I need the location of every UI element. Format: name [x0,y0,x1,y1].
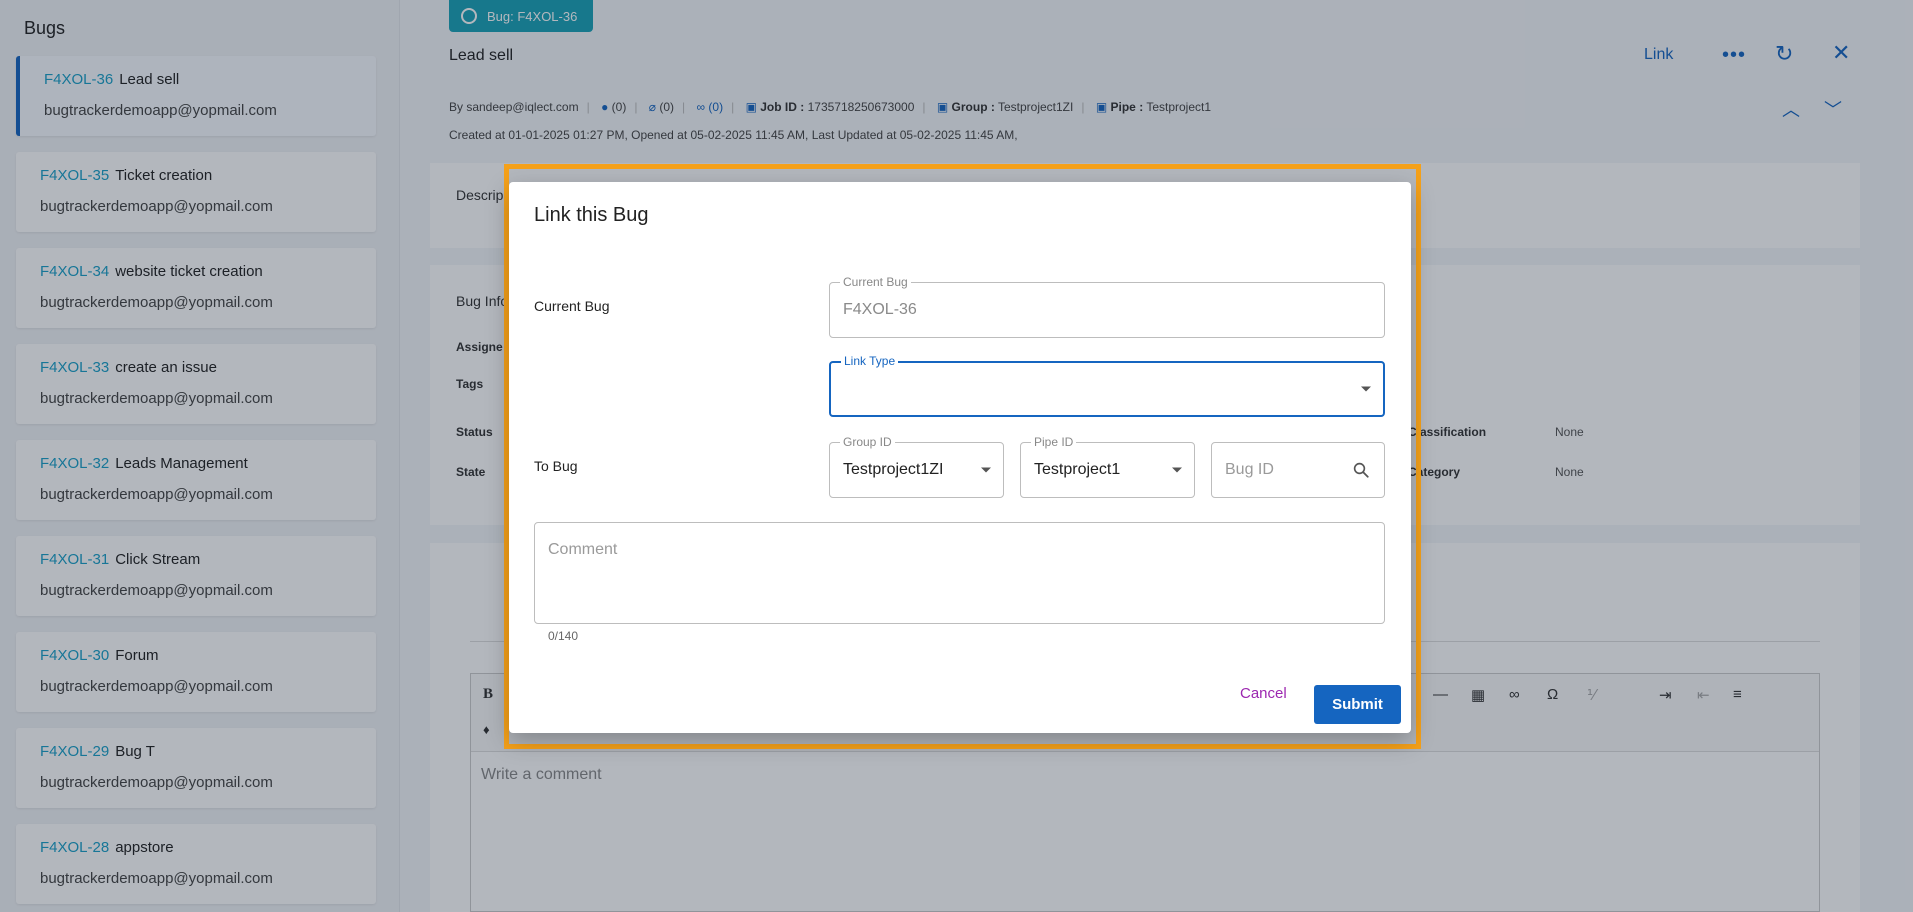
comment-textarea[interactable]: Comment [534,522,1385,624]
link-type-legend: Link Type [841,354,899,368]
link-type-select[interactable]: Link Type [829,354,1385,417]
comment-counter: 0/140 [548,629,579,643]
bug-id-input[interactable]: Bug ID [1211,442,1385,498]
dialog-title: Link this Bug [534,204,649,226]
cancel-button[interactable]: Cancel [1240,685,1287,702]
current-bug-legend: Current Bug [840,275,911,289]
current-bug-label: Current Bug [534,298,610,314]
search-icon[interactable] [1352,461,1370,479]
chevron-down-icon [1361,386,1371,392]
chevron-down-icon [981,467,991,473]
current-bug-field: Current Bug F4XOL-36 [829,275,1385,338]
pipe-id-value: Testproject1 [1034,461,1121,478]
group-id-legend: Group ID [840,435,895,449]
link-bug-dialog: Link this Bug Current Bug Current Bug F4… [509,182,1411,733]
group-id-value: Testproject1ZI [843,461,944,478]
to-bug-label: To Bug [534,458,578,474]
pipe-id-select[interactable]: Pipe ID Testproject1 [1020,435,1195,498]
chevron-down-icon [1172,467,1182,473]
bug-id-placeholder: Bug ID [1225,461,1274,478]
submit-button[interactable]: Submit [1314,685,1401,724]
current-bug-value: F4XOL-36 [843,301,917,318]
pipe-id-legend: Pipe ID [1031,435,1077,449]
group-id-select[interactable]: Group ID Testproject1ZI [829,435,1004,498]
comment-placeholder: Comment [548,541,618,558]
